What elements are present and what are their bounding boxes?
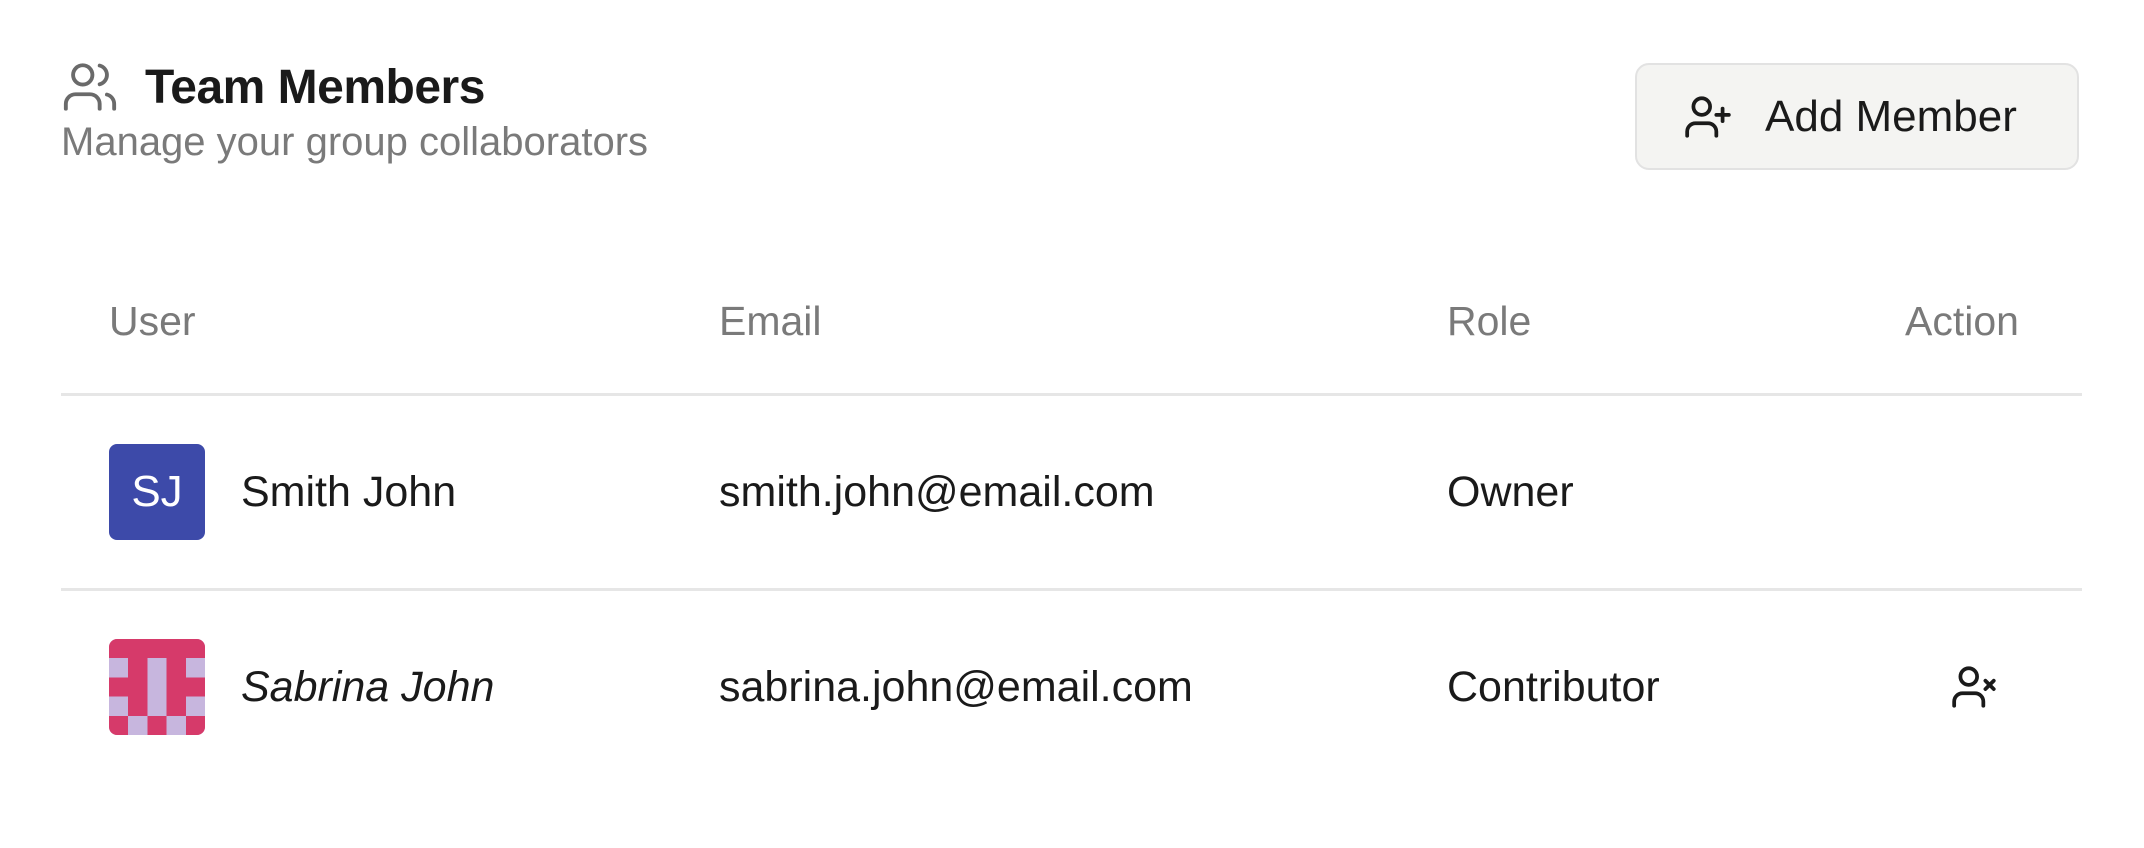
identicon-avatar: [109, 639, 205, 735]
users-icon: [61, 58, 119, 116]
team-members-panel: Team Members Manage your group collabora…: [0, 0, 2144, 848]
user-name: Sabrina John: [241, 663, 495, 711]
avatar: [109, 639, 205, 735]
header-divider: [61, 393, 2082, 396]
column-header-role: Role: [1447, 298, 1532, 344]
avatar: SJ: [109, 444, 205, 540]
column-header-user: User: [109, 298, 196, 344]
table-row: SJ Smith John smith.john@email.com Owner: [0, 444, 2144, 540]
column-header-action: Action: [1905, 298, 2019, 344]
remove-member-button[interactable]: [1949, 661, 2001, 713]
panel-header: Team Members Manage your group collabora…: [61, 58, 648, 165]
table-row: Sabrina John sabrina.john@email.com Cont…: [0, 639, 2144, 735]
user-remove-icon: [1952, 666, 1996, 708]
user-email: sabrina.john@email.com: [719, 663, 1193, 711]
user-name: Smith John: [241, 468, 457, 516]
avatar-initials: SJ: [131, 467, 183, 516]
column-header-email: Email: [719, 298, 822, 344]
page-subtitle: Manage your group collaborators: [61, 120, 649, 164]
user-plus-icon: [1683, 92, 1733, 142]
user-role: Contributor: [1447, 663, 1660, 711]
user-role: Owner: [1447, 468, 1574, 516]
add-member-button[interactable]: Add Member: [1635, 63, 2079, 170]
add-member-label: Add Member: [1765, 91, 2017, 141]
user-email: smith.john@email.com: [719, 468, 1155, 516]
page-title: Team Members: [145, 60, 485, 114]
row-divider: [61, 588, 2082, 591]
title-row: Team Members: [61, 58, 648, 116]
